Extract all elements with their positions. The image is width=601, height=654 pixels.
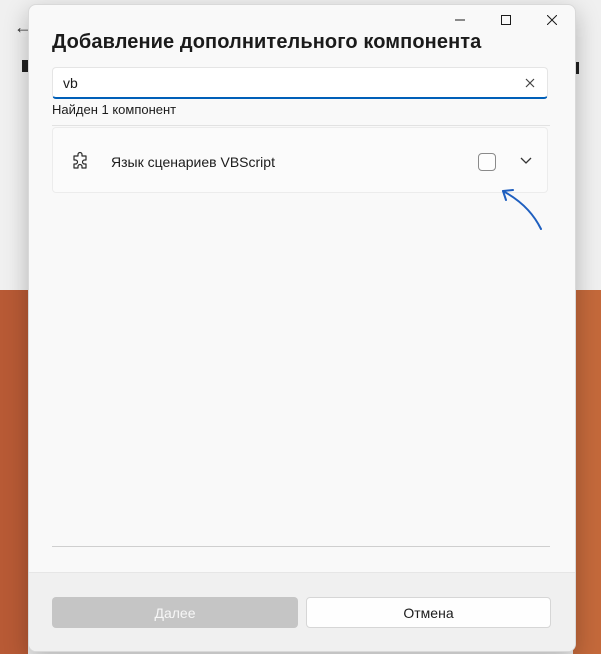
dialog-footer: Далее Отмена <box>29 572 575 651</box>
next-button[interactable]: Далее <box>52 597 298 628</box>
cancel-button[interactable]: Отмена <box>306 597 551 628</box>
annotation-arrow-icon <box>502 189 542 230</box>
maximize-icon <box>501 15 511 25</box>
background-wallpaper <box>573 290 601 654</box>
search-box[interactable] <box>52 67 548 99</box>
chevron-down-icon[interactable] <box>519 156 533 166</box>
puzzle-icon <box>73 151 87 169</box>
feature-label: Язык сценариев VBScript <box>111 154 275 170</box>
maximize-button[interactable] <box>483 5 529 35</box>
feature-checkbox[interactable] <box>478 153 496 171</box>
background-wallpaper <box>0 290 28 654</box>
minimize-icon <box>455 19 465 21</box>
divider <box>52 125 550 126</box>
dialog-title: Добавление дополнительного компонента <box>52 31 482 53</box>
divider <box>52 546 550 547</box>
feature-list-item[interactable]: Язык сценариев VBScript <box>52 127 548 193</box>
add-optional-feature-dialog: Добавление дополнительного компонента На… <box>28 4 576 652</box>
close-icon <box>547 15 557 25</box>
search-input[interactable] <box>63 74 503 92</box>
results-count: Найден 1 компонент <box>52 102 177 117</box>
clear-search-icon[interactable] <box>523 76 537 90</box>
close-button[interactable] <box>529 5 575 35</box>
